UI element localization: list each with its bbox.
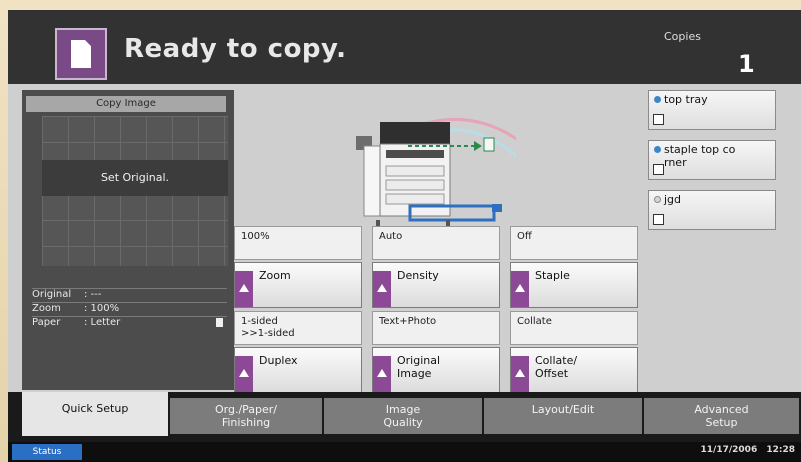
- zoom-current-value-box: 100%: [234, 226, 362, 260]
- unselected-dot-icon: [654, 196, 661, 203]
- collate-offset-button[interactable]: Collate/ Offset: [510, 347, 638, 393]
- arrow-up-icon: [239, 284, 249, 292]
- tab-image-quality[interactable]: Image Quality: [324, 398, 484, 434]
- staple-current-value: Off: [517, 231, 532, 242]
- duplex-current-value: 1-sided >>1-sided: [241, 316, 295, 339]
- collate-offset-button-label: Collate/ Offset: [535, 354, 578, 380]
- staple-current-value-box: Off: [510, 226, 638, 260]
- copy-image-title: Copy Image: [26, 96, 226, 112]
- paper-icon: [216, 318, 223, 327]
- duplex-function: 1-sided >>1-sided Duplex: [234, 311, 362, 395]
- tab-quick-setup[interactable]: Quick Setup: [22, 392, 170, 436]
- density-button-label: Density: [397, 269, 439, 282]
- zoom-label: Zoom: [32, 303, 61, 314]
- original-value: : ---: [84, 289, 102, 300]
- dest-jgd-label: jgd: [664, 193, 682, 206]
- status-button[interactable]: Status: [12, 444, 82, 460]
- arrow-up-icon: [377, 369, 387, 377]
- date-time: 11/17/2006 12:28: [701, 445, 795, 455]
- paper-label: Paper: [32, 317, 61, 328]
- staple-function: Off Staple: [510, 226, 638, 310]
- copies-count: 1: [738, 50, 755, 78]
- shortcut-icon: [653, 214, 664, 225]
- arrow-up-icon: [239, 369, 249, 377]
- original-label: Original: [32, 289, 72, 300]
- collate-current-value: Collate: [517, 316, 552, 327]
- duplex-current-value-box: 1-sided >>1-sided: [234, 311, 362, 345]
- main-panel: Copy Image Set Original. Original : --- …: [8, 84, 801, 395]
- tab-advanced-setup[interactable]: Advanced Setup: [644, 398, 801, 434]
- dest-staple-top-corner-button[interactable]: staple top co rner: [648, 140, 776, 180]
- density-current-value: Auto: [379, 231, 403, 242]
- dest-jgd-button[interactable]: jgd: [648, 190, 776, 230]
- arrow-up-icon: [515, 284, 525, 292]
- dest-staple-top-corner-label: staple top co rner: [664, 143, 736, 169]
- shortcut-icon: [653, 114, 664, 125]
- copy-image-panel: Copy Image Set Original. Original : --- …: [22, 90, 234, 390]
- footer-bar: Status 11/17/2006 12:28: [8, 442, 801, 462]
- zoom-row: Zoom : 100%: [32, 302, 227, 315]
- dest-top-tray-button[interactable]: top tray: [648, 90, 776, 130]
- tab-bar: Quick Setup Org./Paper/ Finishing Image …: [8, 392, 801, 442]
- time-text: 12:28: [766, 445, 795, 455]
- selected-dot-icon: [654, 146, 661, 153]
- original-image-current-value-box: Text+Photo: [372, 311, 500, 345]
- original-image-function: Text+Photo Original Image: [372, 311, 500, 395]
- original-image-tab: [373, 356, 391, 392]
- paper-value: : Letter: [84, 317, 121, 328]
- arrow-up-icon: [515, 369, 525, 377]
- selected-dot-icon: [654, 96, 661, 103]
- zoom-function: 100% Zoom: [234, 226, 362, 310]
- original-image-current-value: Text+Photo: [379, 316, 437, 327]
- copier-illustration: [356, 117, 516, 226]
- density-button[interactable]: Density: [372, 262, 500, 308]
- document-icon: [71, 40, 91, 68]
- touch-panel: Ready to copy. Copies 1 Copy Image Set O…: [8, 10, 801, 462]
- duplex-tab: [235, 356, 253, 392]
- arrow-up-icon: [377, 284, 387, 292]
- zoom-button[interactable]: Zoom: [234, 262, 362, 308]
- header-bar: Ready to copy. Copies 1: [8, 10, 801, 84]
- zoom-tab: [235, 271, 253, 307]
- set-original-message: Set Original.: [42, 160, 228, 196]
- copy-mode-icon: [55, 28, 107, 80]
- original-row: Original : ---: [32, 288, 227, 301]
- status-message: Ready to copy.: [124, 34, 347, 64]
- original-image-button-label: Original Image: [397, 354, 441, 380]
- paper-row: Paper : Letter: [32, 316, 227, 329]
- copies-label: Copies: [664, 30, 701, 43]
- date-text: 11/17/2006: [700, 445, 758, 455]
- collate-offset-tab: [511, 356, 529, 392]
- duplex-button-label: Duplex: [259, 354, 298, 367]
- shortcut-icon: [653, 164, 664, 175]
- dest-top-tray-label: top tray: [664, 93, 708, 106]
- tab-layout-edit[interactable]: Layout/Edit: [484, 398, 644, 434]
- staple-button[interactable]: Staple: [510, 262, 638, 308]
- staple-tab: [511, 271, 529, 307]
- zoom-value: : 100%: [84, 303, 120, 314]
- density-tab: [373, 271, 391, 307]
- collate-current-value-box: Collate: [510, 311, 638, 345]
- original-image-button[interactable]: Original Image: [372, 347, 500, 393]
- density-function: Auto Density: [372, 226, 500, 310]
- tab-org-paper-finishing[interactable]: Org./Paper/ Finishing: [170, 398, 324, 434]
- zoom-current-value: 100%: [241, 231, 270, 242]
- staple-button-label: Staple: [535, 269, 570, 282]
- density-current-value-box: Auto: [372, 226, 500, 260]
- duplex-button[interactable]: Duplex: [234, 347, 362, 393]
- collate-function: Collate Collate/ Offset: [510, 311, 638, 395]
- zoom-button-label: Zoom: [259, 269, 291, 282]
